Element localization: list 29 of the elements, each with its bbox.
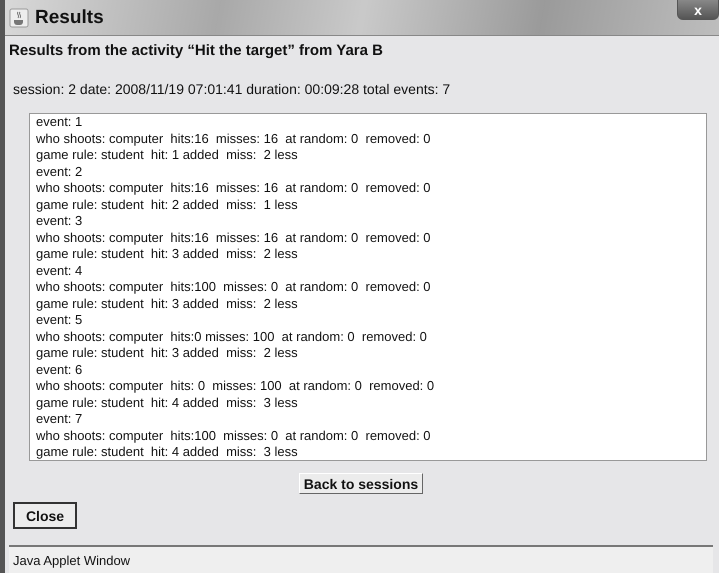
session-info: session: 2 date: 2008/11/19 07:01:41 duration: 00:09:28 total events: 7 [13, 81, 452, 97]
status-bar: Java Applet Window [9, 545, 713, 573]
log-line: game rule: student hit: 2 added miss: 1 less [36, 196, 299, 213]
log-line: who shoots: computer hits:16 misses: 16 at random: 0 removed: 0 [36, 230, 432, 246]
log-line: who shoots: computer hits: 0 misses: 100 at random: 0 removed: 0 [36, 378, 436, 394]
log-line: event: 7 [36, 411, 84, 428]
log-line: who shoots: computer hits:100 misses: 0 at random: 0 removed: 0 [36, 428, 432, 444]
log-line: game rule: student hit: 3 added miss: 2 less [36, 296, 299, 312]
log-line: event: 5 [36, 312, 84, 328]
log-line: who shoots: computer hits:16 misses: 16 at random: 0 removed: 0 [36, 130, 432, 147]
log-line: game rule: student hit: 3 added miss: 2 less [36, 345, 299, 362]
window-title: Results [35, 6, 104, 28]
log-line: who shoots: computer hits:100 misses: 0 at random: 0 removed: 0 [36, 279, 432, 296]
log-line: who shoots: computer hits:0 misses: 100 at random: 0 removed: 0 [36, 328, 428, 345]
log-line: event: 1 [36, 114, 84, 130]
log-line: game rule: student hit: 4 added miss: 3 less [36, 444, 299, 460]
close-button[interactable]: x [677, 0, 719, 20]
log-line: who shoots: computer hits:16 misses: 16 at random: 0 removed: 0 [36, 180, 432, 196]
log-line: game rule: student hit: 3 added miss: 2 less [36, 246, 299, 262]
results-heading: Results from the activity “Hit the target” from Yara B [9, 42, 384, 59]
log-line: event: 2 [36, 164, 84, 180]
log-line: game rule: student hit: 1 added miss: 2 less [36, 147, 299, 164]
log-line: event: 6 [36, 362, 84, 378]
close-button[interactable]: Close [13, 502, 77, 529]
back-to-sessions-button[interactable]: Back to sessions [298, 473, 424, 494]
log-line: game rule: student hit: 4 added miss: 3 less [36, 394, 299, 411]
log-line: event: 4 [36, 262, 84, 279]
java-cup-icon [9, 8, 29, 28]
log-line: event: 3 [36, 213, 84, 230]
